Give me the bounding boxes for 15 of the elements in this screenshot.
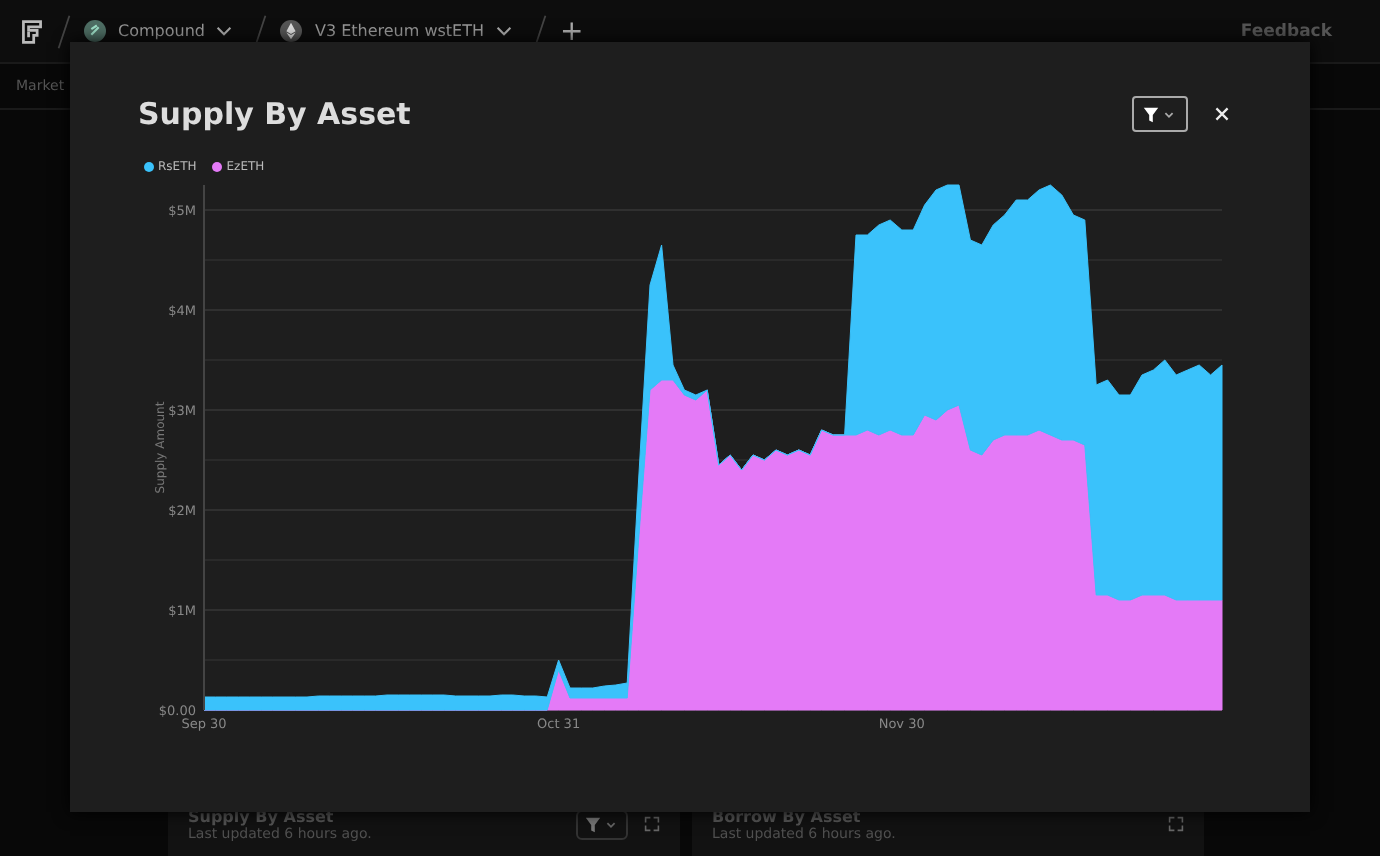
chevron-down-icon[interactable]: [216, 26, 233, 36]
logo-icon[interactable]: [20, 19, 44, 43]
filter-button[interactable]: [1132, 96, 1188, 132]
slash-separator-icon: [56, 13, 72, 49]
expand-icon[interactable]: [1168, 816, 1184, 832]
funnel-icon: [1142, 105, 1178, 123]
funnel-icon: [584, 816, 620, 834]
expand-icon[interactable]: [644, 816, 660, 832]
coin-icon: [84, 20, 106, 42]
modal-title: Supply By Asset: [138, 96, 413, 132]
close-icon[interactable]: [1214, 106, 1230, 122]
breadcrumb-link[interactable]: V3 Ethereum wstETH: [314, 22, 485, 40]
breadcrumb-link[interactable]: Compound: [118, 22, 205, 40]
chevron-down-icon[interactable]: [496, 26, 513, 36]
add-button[interactable]: +: [560, 15, 584, 47]
